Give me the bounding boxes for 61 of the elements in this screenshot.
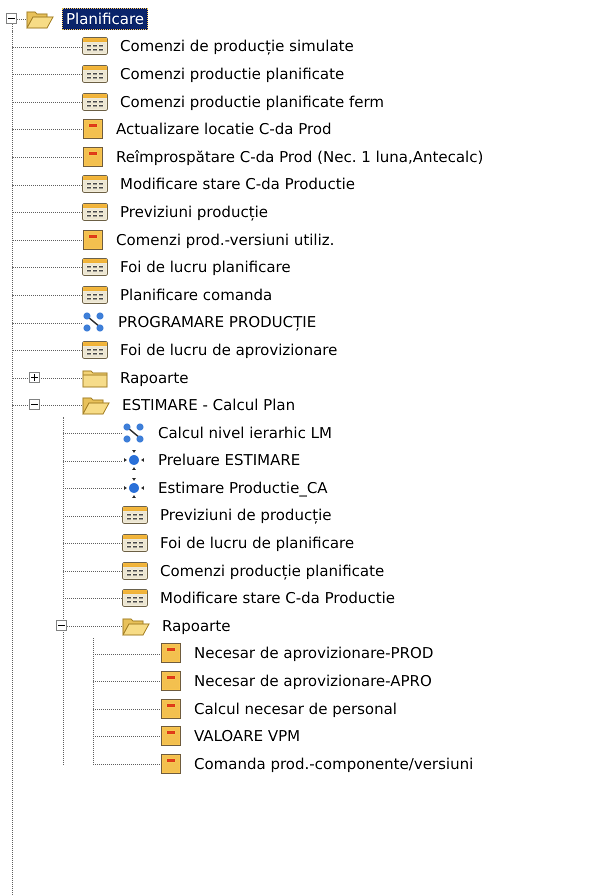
- open-folder-icon: [82, 395, 110, 416]
- tree-item[interactable]: Previziuni de producție: [156, 504, 336, 526]
- tree-item[interactable]: Comanda prod.-componente/versiuni: [190, 752, 478, 775]
- tree-item[interactable]: Estimare Productie_CA: [154, 476, 332, 499]
- tree-item[interactable]: Planificare: [62, 8, 148, 30]
- connected-dots-icon: [122, 422, 146, 444]
- form-window-icon: [82, 202, 108, 221]
- form-window-icon: [122, 562, 148, 580]
- tree-item[interactable]: Calcul necesar de personal: [190, 698, 401, 720]
- report-icon: [82, 146, 104, 168]
- tree-item[interactable]: Calcul nivel ierarhic LM: [154, 422, 336, 444]
- tree-item[interactable]: Modificare stare C-da Productie: [116, 173, 359, 196]
- expand-toggle[interactable]: [29, 372, 40, 383]
- form-window-icon: [122, 534, 148, 552]
- plus-icon: [30, 372, 39, 382]
- report-icon: [160, 670, 182, 692]
- tree-item[interactable]: Modificare stare C-da Productie: [156, 587, 399, 610]
- form-window-icon: [82, 92, 108, 111]
- tree-item[interactable]: Rapoarte: [116, 366, 192, 389]
- form-window-icon: [82, 286, 108, 304]
- open-folder-icon: [26, 8, 54, 29]
- folder-icon: [82, 368, 108, 388]
- tree-item[interactable]: Previziuni producție: [116, 200, 272, 223]
- tree-item[interactable]: Necesar de aprovizionare-APRO: [190, 670, 436, 692]
- tree-item[interactable]: Foi de lucru planificare: [116, 256, 295, 278]
- report-icon: [82, 228, 104, 251]
- tree-item[interactable]: Necesar de aprovizionare-PROD: [190, 642, 438, 664]
- dot-with-arrows-icon: [122, 476, 146, 499]
- tree-item[interactable]: Actualizare locatie C-da Prod: [112, 118, 336, 140]
- collapse-toggle[interactable]: [56, 620, 67, 632]
- tree-item[interactable]: Comenzi productie planificate ferm: [116, 90, 388, 113]
- form-window-icon: [82, 37, 108, 56]
- form-window-icon: [122, 589, 148, 608]
- report-icon: [160, 698, 182, 720]
- collapse-toggle[interactable]: [6, 13, 17, 24]
- tree-item[interactable]: Preluare ESTIMARE: [154, 449, 304, 472]
- tree-item[interactable]: Comenzi prod.-versiuni utiliz.: [112, 228, 338, 251]
- dot-with-arrows-icon: [122, 449, 146, 472]
- tree-item[interactable]: Foi de lucru de planificare: [156, 532, 358, 554]
- tree-item[interactable]: Comenzi producție planificate: [156, 560, 388, 582]
- form-window-icon: [122, 506, 148, 524]
- tree-item[interactable]: VALOARE VPM: [190, 725, 304, 748]
- report-icon: [160, 725, 182, 748]
- tree-item[interactable]: Foi de lucru de aprovizionare: [116, 338, 342, 361]
- tree-item[interactable]: ESTIMARE - Calcul Plan: [118, 394, 300, 416]
- report-icon: [160, 642, 182, 664]
- tree-item[interactable]: Comenzi productie planificate: [116, 62, 348, 85]
- form-window-icon: [82, 175, 108, 194]
- tree-item[interactable]: Rapoarte: [158, 614, 234, 637]
- collapse-toggle[interactable]: [29, 399, 40, 410]
- report-icon: [82, 118, 104, 140]
- form-window-icon: [82, 340, 108, 359]
- tree-item[interactable]: PROGRAMARE PRODUCȚIE: [114, 311, 320, 334]
- tree-item[interactable]: Reîmprospătare C-da Prod (Nec. 1 luna,Antecalc): [112, 146, 488, 168]
- report-icon: [160, 752, 182, 775]
- form-window-icon: [82, 258, 108, 276]
- connected-dots-icon: [82, 311, 106, 334]
- form-window-icon: [82, 64, 108, 83]
- tree-item[interactable]: Planificare comanda: [116, 284, 276, 306]
- open-folder-icon: [122, 616, 150, 636]
- tree-item[interactable]: Comenzi de producție simulate: [116, 35, 358, 58]
